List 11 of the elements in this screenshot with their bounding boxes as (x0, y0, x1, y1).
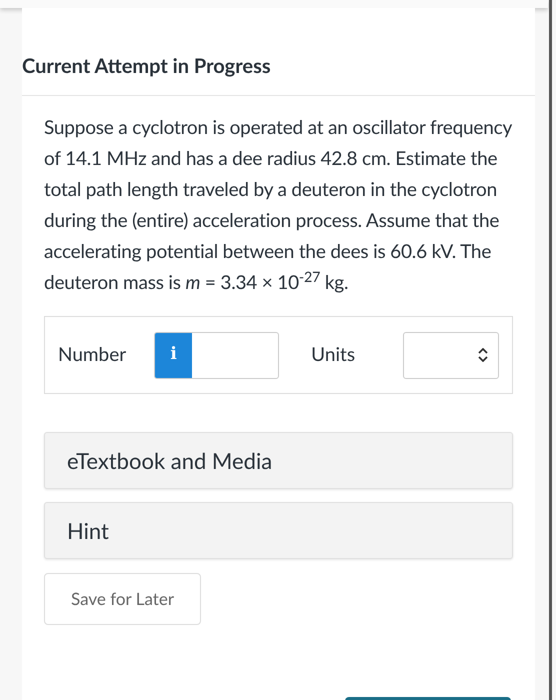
attempt-heading: Current Attempt in Progress (22, 53, 272, 80)
number-label: Number (58, 342, 126, 368)
chevron-updown-icon (478, 348, 488, 362)
save-for-later-button[interactable]: Save for Later (44, 573, 201, 625)
resource-button[interactable]: Hint (44, 502, 513, 559)
resource-button[interactable]: eTextbook and Media (44, 432, 513, 489)
question-text: Suppose a cyclotron is operated at an oscillator frequency of 14.1 MHz and has a dee radius 42.8 cm. Estimate the total path length traveled by a deuteron in the cyclotron during the (entire) acceleration process. Assume that the accelerating potential between the dees is 60.6 kV. The deuteron mass is m = 3.34 × 10$^{-27}$ kg. (44, 115, 513, 296)
info-icon[interactable]: i (155, 332, 192, 378)
units-label: Units (311, 342, 356, 368)
number-field[interactable]: i (154, 332, 280, 378)
units-select[interactable] (403, 332, 499, 378)
